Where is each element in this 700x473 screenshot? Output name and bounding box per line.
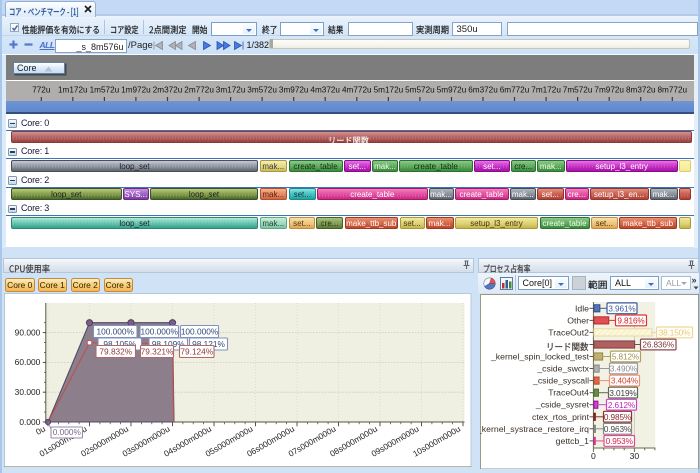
svg-text:5m972u: 5m972u [437,85,467,94]
svg-text:5m572u: 5m572u [405,85,435,94]
svg-text:26.836%: 26.836% [642,340,674,349]
svg-text:100.000%: 100.000% [97,326,135,336]
svg-text:5m172u: 5m172u [374,85,404,94]
svg-text:4m372u: 4m372u [310,85,340,94]
svg-text:79.124%: 79.124% [180,346,213,356]
svg-text:8m772u: 8m772u [658,85,688,94]
svg-text:0.000%: 0.000% [53,427,82,437]
svg-text:30.000: 30.000 [15,387,41,397]
svg-text:8m372u: 8m372u [626,85,656,94]
svg-text:Other: Other [567,315,589,325]
svg-text:3.490%: 3.490% [609,364,636,373]
svg-text:6m372u: 6m372u [468,85,498,94]
svg-text:_cside_syscall: _cside_syscall [531,375,588,385]
svg-text:9.816%: 9.816% [617,316,644,325]
svg-text:2m372u: 2m372u [153,85,183,94]
svg-text:0: 0 [591,451,596,461]
svg-text:7m172u: 7m172u [531,85,561,94]
svg-text:79.832%: 79.832% [99,346,132,356]
svg-text:3.019%: 3.019% [609,388,636,397]
svg-text:_cside_swctx: _cside_swctx [536,363,589,373]
svg-text:1m572u: 1m572u [90,85,120,94]
svg-text:30: 30 [629,451,639,461]
svg-text:1m172u: 1m172u [58,85,88,94]
svg-text:2.612%: 2.612% [607,400,634,409]
svg-text:TraceOut4: TraceOut4 [548,387,589,397]
svg-text:2m772u: 2m772u [184,85,214,94]
svg-text:1m972u: 1m972u [121,85,151,94]
svg-text:100.000%: 100.000% [181,326,219,336]
svg-text:3m972u: 3m972u [279,85,309,94]
svg-text:772u: 772u [32,85,51,94]
svg-text:4m772u: 4m772u [342,85,372,94]
svg-text:38.150%: 38.150% [658,328,690,337]
svg-text:100.000%: 100.000% [141,326,179,336]
svg-text:_kernel_systrace_restore_irq: _kernel_systrace_restore_irq [480,423,589,433]
svg-text:0.985%: 0.985% [603,412,630,421]
svg-text:3m172u: 3m172u [216,85,246,94]
svg-text:3.961%: 3.961% [608,304,635,313]
svg-text:60.000: 60.000 [15,357,41,367]
svg-text:3.404%: 3.404% [610,376,637,385]
svg-text:5.812%: 5.812% [611,352,638,361]
svg-text:Idle: Idle [574,303,588,313]
svg-text:7m972u: 7m972u [594,85,624,94]
svg-text:7m572u: 7m572u [563,85,593,94]
svg-text:90.000: 90.000 [15,327,41,337]
svg-text:TraceOut2: TraceOut2 [548,327,589,337]
svg-text:ctex_rtos_print: ctex_rtos_print [532,411,590,421]
svg-text:6m772u: 6m772u [500,85,530,94]
svg-text:_cside_sysret: _cside_sysret [534,399,589,409]
svg-text:79.321%: 79.321% [141,346,174,356]
svg-text:0.963%: 0.963% [603,424,630,433]
svg-text:gettcb_1: gettcb_1 [555,435,588,445]
svg-text:0.953%: 0.953% [605,437,632,446]
svg-text:3m572u: 3m572u [247,85,277,94]
